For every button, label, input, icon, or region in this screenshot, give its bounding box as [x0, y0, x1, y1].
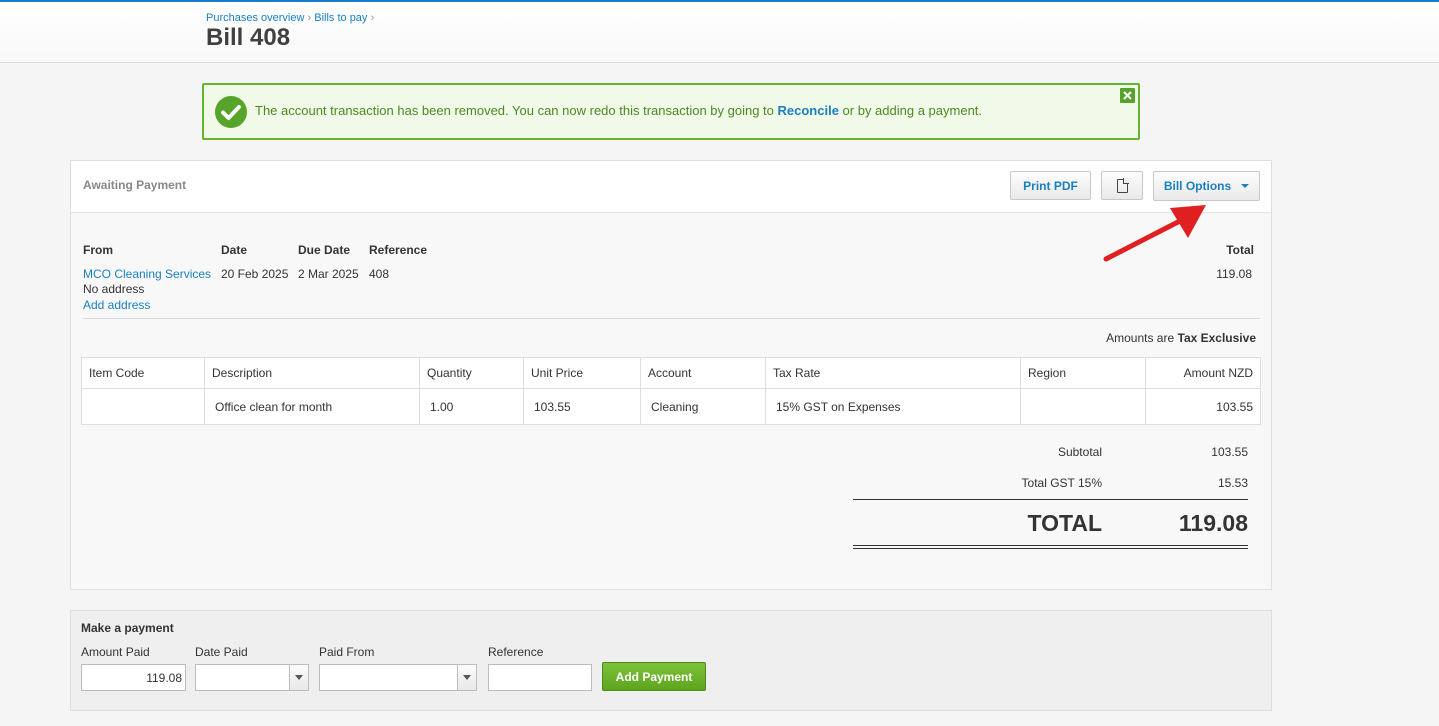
payment-reference-input[interactable] — [488, 664, 592, 691]
copy-document-icon — [1116, 177, 1129, 193]
annotation-arrow-icon — [1103, 205, 1206, 262]
paid-from-input[interactable] — [319, 664, 459, 691]
gst-value: 15.53 — [1217, 476, 1248, 490]
amounts-note-prefix: Amounts are — [1106, 331, 1175, 345]
supplier-link[interactable]: MCO Cleaning Services — [83, 267, 211, 281]
notice-text-before: The account transaction has been removed… — [255, 103, 778, 118]
close-icon[interactable] — [1120, 88, 1135, 103]
reconcile-link[interactable]: Reconcile — [778, 103, 839, 118]
column-header-region: Region — [1020, 357, 1146, 389]
page-header: Purchases overview › Bills to pay › Bill… — [0, 2, 1439, 63]
column-header-amount: Amount NZD — [1145, 357, 1261, 389]
cell-account: Cleaning — [640, 388, 766, 425]
make-payment-panel: Make a payment Amount Paid Date Paid Pai… — [70, 610, 1272, 711]
grand-total-value: 119.08 — [1178, 510, 1248, 536]
column-header-account: Account — [640, 357, 766, 389]
notice-message: The account transaction has been removed… — [255, 103, 982, 118]
status-label: Awaiting Payment — [83, 178, 187, 192]
totals-rule — [853, 499, 1248, 500]
line-items-table: Item Code Description Quantity Unit Pric… — [81, 357, 1261, 425]
divider — [83, 318, 1260, 319]
column-header-quantity: Quantity — [419, 357, 524, 389]
add-payment-button[interactable]: Add Payment — [602, 662, 706, 691]
date-label: Date — [221, 243, 248, 257]
success-notice: The account transaction has been removed… — [202, 83, 1140, 140]
subtotal-value: 103.55 — [1211, 445, 1248, 459]
subtotal-label: Subtotal — [1057, 445, 1102, 459]
chevron-down-icon — [1241, 184, 1250, 188]
copy-button[interactable] — [1101, 171, 1143, 200]
bill-panel: Awaiting Payment Print PDF Bill Options … — [70, 160, 1272, 590]
supplier-address: No address — [83, 282, 145, 296]
total-label: Total — [1226, 243, 1254, 257]
chevron-down-icon — [295, 675, 303, 680]
cell-unit-price: 103.55 — [523, 388, 641, 425]
cell-quantity: 1.00 — [419, 388, 524, 425]
date-paid-label: Date Paid — [195, 645, 248, 659]
breadcrumb-bills-to-pay[interactable]: Bills to pay — [314, 12, 367, 24]
payment-reference-label: Reference — [488, 645, 544, 659]
column-header-tax-rate: Tax Rate — [765, 357, 1021, 389]
bill-total: 119.08 — [1216, 267, 1252, 281]
cell-description: Office clean for month — [204, 388, 420, 425]
bill-options-button[interactable]: Bill Options — [1153, 171, 1260, 201]
gst-label: Total GST 15% — [1021, 476, 1102, 490]
column-header-description: Description — [204, 357, 420, 389]
add-address-link[interactable]: Add address — [83, 298, 150, 312]
column-header-unit-price: Unit Price — [523, 357, 641, 389]
notice-text-after: or by adding a payment. — [838, 103, 983, 118]
table-row: Office clean for month 1.00 103.55 Clean… — [81, 388, 1261, 425]
bill-panel-header: Awaiting Payment Print PDF Bill Options — [71, 161, 1271, 213]
from-label: From — [83, 243, 113, 257]
column-header-item-code: Item Code — [81, 357, 205, 389]
breadcrumb: Purchases overview › Bills to pay › — [206, 12, 374, 24]
cell-tax-rate: 15% GST on Expenses — [765, 388, 1021, 425]
amounts-note: Amounts are Tax Exclusive — [1106, 331, 1256, 345]
table-header-row: Item Code Description Quantity Unit Pric… — [81, 357, 1261, 389]
grand-total-label: TOTAL — [1027, 510, 1102, 536]
amount-paid-input[interactable] — [81, 664, 186, 691]
print-pdf-button[interactable]: Print PDF — [1010, 171, 1091, 200]
cell-region — [1020, 388, 1146, 425]
check-circle-icon — [215, 96, 247, 128]
due-date-label: Due Date — [298, 243, 351, 257]
breadcrumb-separator: › — [307, 12, 312, 24]
totals-double-rule — [853, 545, 1248, 549]
paid-from-dropdown-button[interactable] — [457, 664, 477, 691]
bill-date: 20 Feb 2025 — [221, 267, 289, 281]
tax-mode: Tax Exclusive — [1177, 331, 1257, 345]
breadcrumb-separator: › — [370, 12, 375, 24]
reference-label: Reference — [369, 243, 428, 257]
bill-reference: 408 — [369, 267, 390, 281]
date-paid-input[interactable] — [195, 664, 291, 691]
cell-item-code — [81, 388, 205, 425]
breadcrumb-purchases-overview[interactable]: Purchases overview — [206, 12, 304, 24]
paid-from-label: Paid From — [319, 645, 375, 659]
cell-amount: 103.55 — [1145, 388, 1261, 425]
page-title: Bill 408 — [206, 24, 291, 51]
payment-title: Make a payment — [81, 621, 174, 635]
amount-paid-label: Amount Paid — [81, 645, 150, 659]
chevron-down-icon — [463, 675, 471, 680]
date-dropdown-button[interactable] — [289, 664, 309, 691]
bill-due-date: 2 Mar 2025 — [298, 267, 359, 281]
bill-options-label: Bill Options — [1163, 179, 1232, 193]
